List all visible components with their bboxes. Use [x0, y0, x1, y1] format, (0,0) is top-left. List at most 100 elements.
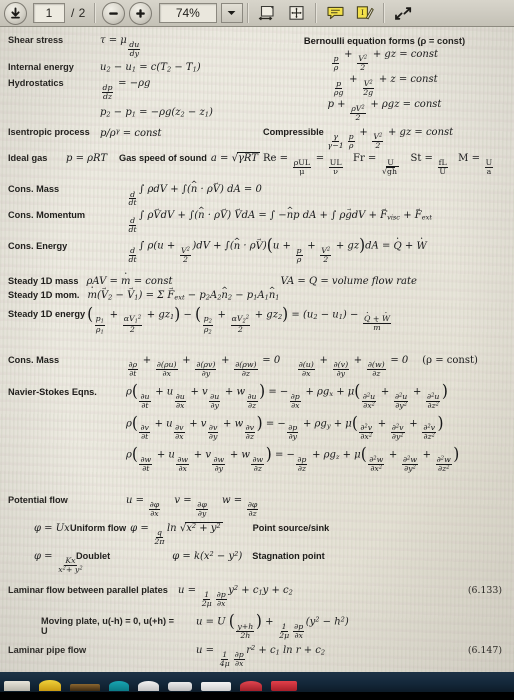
- label-stagnation-point: Stagnation point: [252, 550, 325, 561]
- equation-uniform-flow: φ = Ux: [34, 522, 70, 534]
- zoom-level-input[interactable]: 74%: [158, 3, 217, 23]
- label-steady1d-energy: Steady 1D energy: [8, 309, 86, 320]
- chevron-down-icon: [227, 11, 236, 15]
- equation-continuity-incompressible: ∂(u) ∂x + ∂(v) ∂y + ∂(w) ∂z = 0: [297, 355, 409, 379]
- taskbar-item-7[interactable]: [201, 682, 231, 691]
- equation-volume-flow-rate: VA = Q = volume flow rate: [280, 275, 417, 287]
- fit-page-button[interactable]: [285, 3, 308, 24]
- equation-hydrostatics-integrated: p2 − p1 = −ρg(z2 − z1): [100, 106, 213, 119]
- label-point-source-sink: Point source/sink: [252, 522, 330, 533]
- page-total-label: / 2: [71, 6, 86, 20]
- fit-width-icon: [258, 5, 274, 21]
- bernoulli-form-2: p ρg + V2 2g + z = const: [333, 74, 438, 98]
- taskbar-item-8[interactable]: [240, 681, 262, 691]
- toolbar-divider: [314, 3, 317, 23]
- equation-doublet: φ = Kx x2+ y2: [34, 550, 83, 575]
- label-steady1d-momentum: Steady 1D mom.: [8, 289, 80, 300]
- equation-continuity-general: ∂ρ ∂t + ∂(ρu) ∂x + ∂(ρv) ∂y + ∂(ρw) ∂z = 0: [127, 355, 281, 379]
- label-laminar-pipe-flow: Laminar pipe flow: [8, 644, 87, 655]
- row-potential-flow: Potential flow u = ∂φ ∂x v = ∂φ ∂y w = ∂φ ∂…: [8, 495, 506, 518]
- taskbar-item-9[interactable]: [271, 681, 297, 691]
- row-navier-stokes-x: Navier-Stokes Eqns. ρ(∂u ∂t + u ∂u ∂x + v ∂u…: [8, 381, 506, 410]
- row-cons-momentum-integral: Cons. Momentum ddt∫ ρVdV + ∫(n · ρV) VdA…: [8, 210, 506, 233]
- equation-mach-number: M = Ua: [458, 153, 494, 177]
- label-hydrostatics: Hydrostatics: [8, 77, 64, 88]
- note-incompressible: (ρ = const): [422, 355, 478, 367]
- label-cons-mass-differential: Cons. Mass: [8, 355, 60, 366]
- toolbar-divider: [382, 3, 385, 23]
- taskbar-item-6[interactable]: [168, 682, 192, 691]
- taskbar-item-4[interactable]: [109, 681, 129, 691]
- label-speed-of-sound: Gas speed of sound: [119, 153, 207, 164]
- row-cons-energy-integral: Cons. Energy ddt∫ ρ(u + V22)dV + ∫(n · ρ…: [8, 236, 506, 264]
- bernoulli-form-1: pρ + V2 2 + gz = const: [332, 49, 438, 73]
- label-internal-energy: Internal energy: [8, 62, 74, 73]
- row-steady1d-mass: Steady 1D mass ρAV = m = const VA = Q = …: [8, 276, 506, 287]
- equation-navier-stokes-z: ρ(∂w ∂t + u ∂w ∂x + v ∂w ∂y + w ∂w ∂z) = − ∂p ∂z …: [126, 444, 460, 473]
- zoom-in-button[interactable]: [128, 1, 152, 25]
- row-navier-stokes-y: ρ(∂v ∂t + u ∂v ∂x + v ∂v ∂y + w ∂v ∂z) = − ∂p ∂y …: [8, 412, 506, 442]
- equation-steady1d-momentum: m(V2 − V1) = Σ Fext − p2A2n2 − p1A1n1: [87, 290, 279, 302]
- label-navier-stokes: Navier-Stokes Eqns.: [8, 386, 97, 397]
- bernoulli-form-3: p + ρV2 2 + ρgz = const: [327, 99, 442, 123]
- highlight-button[interactable]: I: [353, 3, 376, 24]
- row-hydrostatics: Hydrostatics dp dz = −ρg: [8, 78, 263, 101]
- row-isentropic: Isentropic process p/ργ = const Compress…: [8, 127, 506, 150]
- equation-internal-energy: u2 − u1 = c(T2 − T1): [100, 62, 201, 74]
- zoom-level-value: 74%: [175, 6, 200, 20]
- equation-speed-of-sound: a = γRT: [211, 152, 260, 165]
- taskbar-item-2[interactable]: [39, 680, 61, 691]
- zoom-out-button[interactable]: [101, 1, 125, 25]
- label-cons-energy: Cons. Energy: [8, 240, 68, 251]
- equation-isentropic: p/ργ = const: [100, 127, 162, 140]
- page-number-input[interactable]: 1: [33, 3, 65, 23]
- screen-bottom-bezel: [0, 692, 514, 700]
- equation-hydrostatics-differential: dp dz = −ρg: [101, 77, 151, 101]
- equation-point-source: φ = q2πln x2 + y2: [130, 521, 223, 546]
- fit-width-button[interactable]: [256, 3, 279, 24]
- equation-laminar-pipe-flow: u = 1 4μ ∂p ∂x r2 + c1 ln r + c2: [196, 643, 326, 668]
- taskbar-item-3[interactable]: [70, 684, 100, 691]
- equation-froude-number: Fr = Ugh: [353, 153, 401, 177]
- label-isentropic-process: Isentropic process: [8, 127, 90, 138]
- basic-equations-column: Shear stress τ = μ du dy Internal energy u…: [8, 35, 263, 122]
- equation-cons-momentum-integral: ddt∫ ρVdV + ∫(n · ρV) VdA = ∫ −np dA + ∫…: [126, 210, 433, 233]
- label-steady1d-mass: Steady 1D mass: [8, 275, 79, 286]
- pdf-viewer-toolbar: 1 / 2 74% I: [0, 0, 514, 27]
- label-moving-plate: Moving plate, u(-h) = 0, u(+h) = U: [41, 616, 174, 637]
- fullscreen-button[interactable]: [392, 3, 415, 24]
- equation-shear-stress: τ = μ du dy: [100, 35, 141, 59]
- comment-button[interactable]: [324, 3, 347, 24]
- label-uniform-flow: Uniform flow: [70, 522, 127, 533]
- equation-navier-stokes-y: ρ(∂v ∂t + u ∂v ∂x + v ∂v ∂y + w ∂v ∂z) = − ∂p ∂y …: [126, 412, 444, 442]
- row-uniform-flow-source: φ = Ux Uniform flow φ = q2πln x2 + y2 Po…: [8, 521, 506, 546]
- taskbar-item-1[interactable]: [4, 681, 30, 691]
- taskbar-item-5[interactable]: [138, 681, 159, 691]
- equation-moving-plate: u = U (y+h 2h) + 1 2μ ∂p ∂x (y2 − h2): [196, 611, 349, 640]
- equation-strouhal-number: St = fL U: [410, 153, 448, 177]
- os-taskbar[interactable]: [0, 672, 514, 692]
- zoom-dropdown-button[interactable]: [220, 3, 243, 23]
- pdf-page-viewport[interactable]: Shear stress τ = μ du dy Internal energy u…: [0, 27, 514, 672]
- row-cons-mass-differential: Cons. Mass ∂ρ ∂t + ∂(ρu) ∂x + ∂(ρv) ∂y + ∂(…: [8, 355, 506, 378]
- fit-page-icon: [289, 6, 304, 20]
- page-number-value: 1: [45, 6, 53, 20]
- label-ideal-gas: Ideal gas: [8, 153, 48, 164]
- equation-sheet: Shear stress τ = μ du dy Internal energy u…: [0, 27, 514, 672]
- download-button[interactable]: [4, 1, 27, 25]
- top-block: Shear stress τ = μ du dy Internal energy u…: [8, 35, 506, 122]
- equation-cons-energy-integral: ddt∫ ρ(u + V22)dV + ∫(n · ρV)(u + pρ + V…: [126, 236, 427, 264]
- row-laminar-parallel-plates: Laminar flow between parallel plates u =…: [8, 584, 506, 608]
- equation-stagnation-point: φ = k(x2 − y2): [172, 549, 243, 562]
- row-steady1d-energy: Steady 1D energy (p1 ρ1 + αV12 2 + gz1) − …: [8, 304, 506, 336]
- row-hydrostatics-integrated: p2 − p1 = −ρg(z2 − z1): [8, 107, 263, 119]
- row-navier-stokes-z: ρ(∂w ∂t + u ∂w ∂x + v ∂w ∂y + w ∂w ∂z) = − ∂p ∂z …: [8, 444, 506, 473]
- equation-number-6133: (6.133): [467, 584, 502, 596]
- plus-icon: [136, 8, 145, 18]
- svg-text:I: I: [361, 7, 364, 17]
- row-shear-stress: Shear stress τ = μ du dy: [8, 35, 263, 58]
- bernoulli-heading: Bernoulli equation forms (ρ = const): [303, 35, 466, 46]
- bernoulli-column: Bernoulli equation forms (ρ = const) pρ …: [263, 35, 506, 122]
- label-laminar-parallel-plates: Laminar flow between parallel plates: [8, 584, 168, 595]
- equation-steady1d-energy: (p1 ρ1 + αV12 2 + gz1) − (p2 ρ2 + αV22 2 + g…: [87, 304, 392, 336]
